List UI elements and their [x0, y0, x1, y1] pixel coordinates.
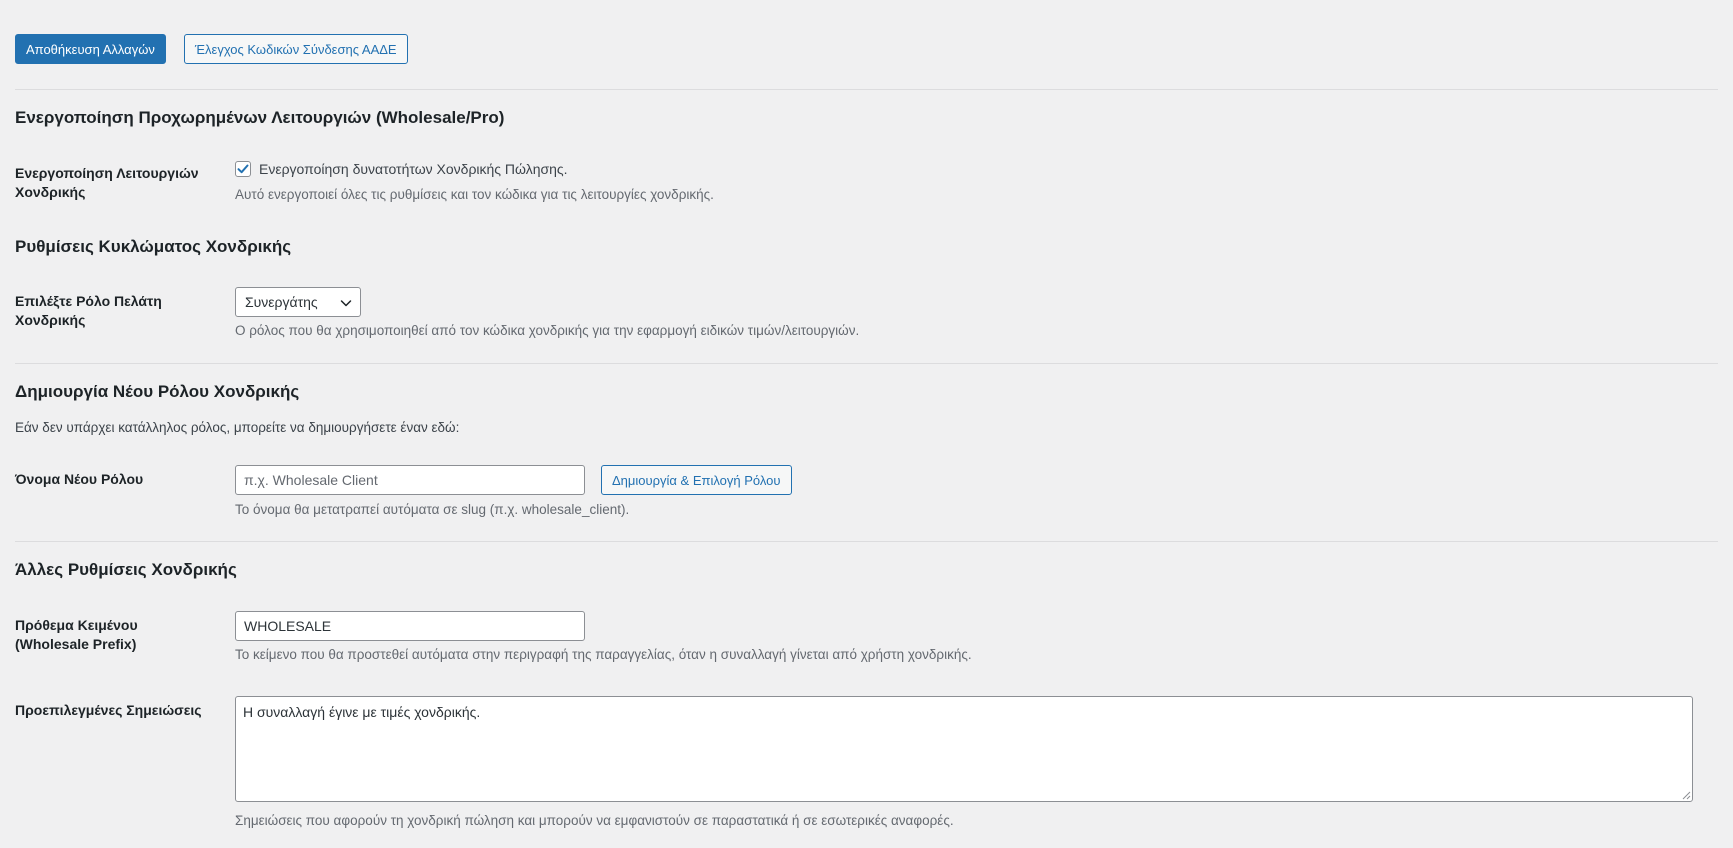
- check-aade-credentials-button[interactable]: Έλεγχος Κωδικών Σύνδεσης ΑΑΔΕ: [183, 34, 408, 64]
- divider: [15, 541, 1718, 542]
- save-changes-button[interactable]: Αποθήκευση Αλλαγών: [15, 34, 166, 64]
- new-role-intro: Εάν δεν υπάρχει κατάλληλος ρόλος, μπορεί…: [15, 420, 460, 435]
- label-new-role-name: Όνομα Νέου Ρόλου: [15, 471, 144, 487]
- enable-wholesale-checkbox-row[interactable]: Ενεργοποίηση δυνατοτήτων Χονδρικής Πώλησ…: [235, 161, 568, 177]
- label-default-notes: Προεπιλεγμένες Σημειώσεις: [15, 702, 202, 718]
- default-notes-textarea[interactable]: Η συναλλαγή έγινε με τιμές χονδρικής.: [235, 696, 1693, 802]
- divider: [15, 89, 1718, 90]
- description-enable-wholesale: Αυτό ενεργοποιεί όλες τις ρυθμίσεις και …: [235, 187, 714, 202]
- wholesale-role-select[interactable]: Συνεργάτης: [235, 287, 361, 317]
- new-role-name-input[interactable]: [235, 465, 585, 495]
- section-title-circuit: Ρυθμίσεις Κυκλώματος Χονδρικής: [15, 237, 292, 256]
- label-wholesale-prefix: Πρόθεμα Κειμένου (Wholesale Prefix): [15, 617, 138, 652]
- chevron-down-icon: [340, 300, 352, 307]
- section-title-advanced: Ενεργοποίηση Προχωρημένων Λειτουργιών (W…: [15, 108, 505, 127]
- enable-wholesale-checkbox-label: Ενεργοποίηση δυνατοτήτων Χονδρικής Πώλησ…: [259, 161, 568, 177]
- section-title-other: Άλλες Ρυθμίσεις Χονδρικής: [15, 560, 237, 579]
- description-default-notes: Σημειώσεις που αφορούν τη χονδρική πώλησ…: [235, 813, 954, 828]
- section-title-new-role: Δημιουργία Νέου Ρόλου Χονδρικής: [15, 382, 300, 401]
- create-role-button[interactable]: Δημιουργία & Επιλογή Ρόλου: [601, 465, 792, 495]
- checkmark-icon: [237, 164, 249, 174]
- enable-wholesale-checkbox[interactable]: [235, 161, 251, 177]
- resize-grip-icon[interactable]: [1680, 789, 1691, 800]
- wholesale-prefix-input[interactable]: [235, 611, 585, 641]
- top-actions: Αποθήκευση Αλλαγών Έλεγχος Κωδικών Σύνδε…: [15, 34, 408, 64]
- wholesale-role-selected-value: Συνεργάτης: [245, 294, 318, 310]
- description-select-role: Ο ρόλος που θα χρησιμοποιηθεί από τον κώ…: [235, 323, 860, 338]
- description-new-role: Το όνομα θα μετατραπεί αυτόματα σε slug …: [235, 502, 630, 517]
- label-enable-wholesale: Ενεργοποίηση Λειτουργιών Χονδρικής: [15, 165, 199, 200]
- divider: [15, 363, 1718, 364]
- settings-page: Αποθήκευση Αλλαγών Έλεγχος Κωδικών Σύνδε…: [0, 0, 1733, 848]
- description-wholesale-prefix: Το κείμενο που θα προστεθεί αυτόματα στη…: [235, 647, 972, 662]
- label-select-role: Επιλέξτε Ρόλο Πελάτη Χονδρικής: [15, 293, 162, 328]
